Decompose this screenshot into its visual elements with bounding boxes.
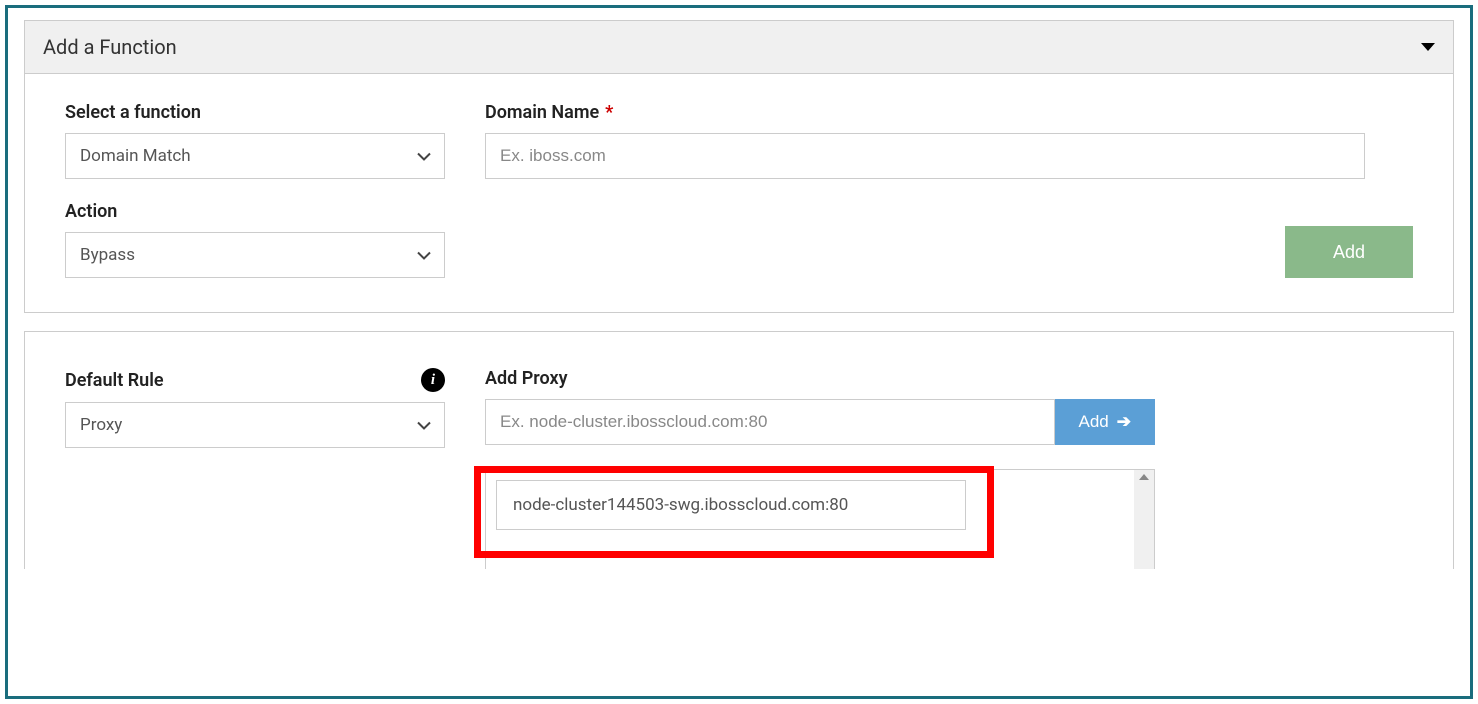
required-asterisk: * <box>605 102 613 123</box>
add-proxy-column: Add Proxy Add ➔ node-cluster144503-swg.i… <box>485 368 1413 569</box>
panel-body: Select a function Domain Match Domain Na… <box>25 74 1453 312</box>
default-rule-label: Default Rule <box>65 370 164 391</box>
action-field: Action Bypass <box>65 201 445 278</box>
info-icon[interactable]: i <box>421 368 445 392</box>
proxy-listbox: node-cluster144503-swg.ibosscloud.com:80 <box>485 469 1155 569</box>
add-proxy-button[interactable]: Add ➔ <box>1055 399 1156 445</box>
select-function-field: Select a function Domain Match <box>65 102 445 179</box>
domain-name-label: Domain Name * <box>485 102 1365 123</box>
add-proxy-label: Add Proxy <box>485 368 1413 389</box>
domain-name-input[interactable] <box>485 133 1365 179</box>
select-function-label: Select a function <box>65 102 445 123</box>
default-rule-column: Default Rule i Proxy <box>65 368 445 448</box>
add-function-button[interactable]: Add <box>1285 226 1413 278</box>
add-proxy-input[interactable] <box>485 399 1055 445</box>
domain-name-field: Domain Name * <box>485 102 1365 179</box>
action-label: Action <box>65 201 445 222</box>
arrow-right-icon: ➔ <box>1117 412 1131 432</box>
add-function-panel: Add a Function Select a function Domain … <box>24 20 1454 313</box>
action-dropdown[interactable]: Bypass <box>65 232 445 278</box>
panel-header[interactable]: Add a Function <box>25 21 1453 74</box>
proxy-list-item[interactable]: node-cluster144503-swg.ibosscloud.com:80 <box>496 480 966 530</box>
default-rule-panel: Default Rule i Proxy Add Proxy Add ➔ <box>24 331 1454 569</box>
default-rule-dropdown[interactable]: Proxy <box>65 402 445 448</box>
collapse-caret-icon[interactable] <box>1421 43 1435 51</box>
panel-title: Add a Function <box>43 35 177 59</box>
select-function-dropdown[interactable]: Domain Match <box>65 133 445 179</box>
scroll-up-icon[interactable] <box>1139 474 1149 480</box>
config-screen: Add a Function Select a function Domain … <box>5 5 1473 699</box>
scrollbar[interactable] <box>1134 470 1154 569</box>
